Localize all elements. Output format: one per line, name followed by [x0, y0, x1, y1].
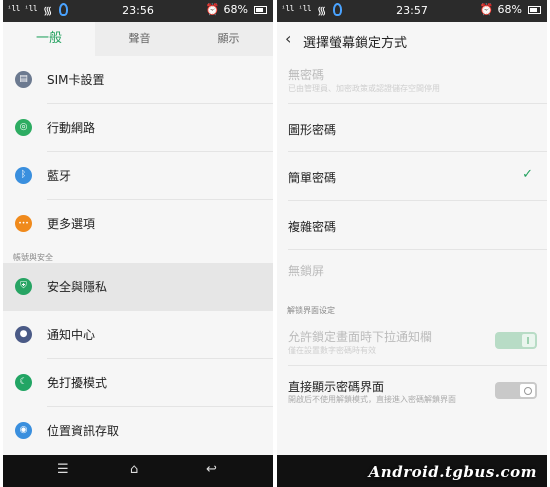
toggle-subtitle: 開啟后不使用解鎖模式，直接進入密碼解鎖界面	[288, 395, 456, 404]
tab-display[interactable]: 顯示	[184, 22, 273, 56]
home-icon[interactable]: ⌂	[130, 462, 138, 477]
battery-percent: 68%	[223, 3, 248, 16]
setting-label: 安全與隱私	[47, 280, 108, 294]
battery-icon	[254, 5, 267, 14]
option-subtitle: 已由管理員、加密政策或認證儲存空間停用	[288, 84, 440, 93]
setting-label: 行動網路	[47, 121, 96, 135]
switch-knob	[522, 334, 535, 347]
setting-more-options[interactable]: ••• 更多選項	[3, 200, 273, 248]
lock-option-none: 無密碼 已由管理員、加密政策或認證儲存空間停用	[277, 58, 547, 104]
battery-percent: 68%	[497, 3, 522, 16]
setting-bluetooth[interactable]: ᛒ 藍牙	[3, 152, 273, 200]
checkmark-icon: ✓	[522, 167, 533, 182]
option-title: 圖形密碼	[288, 123, 337, 137]
lock-option-simple-pin[interactable]: 簡單密碼 ✓	[277, 152, 547, 201]
navigation-bar: ☰ ⌂ ↩	[3, 455, 273, 487]
lock-option-pattern[interactable]: 圖形密碼	[277, 104, 547, 152]
toggle-row-pull-down-notifications: 允許鎖定畫面時下拉通知欄 僅在設置數字密碼時有效	[277, 318, 547, 366]
setting-label: 免打擾模式	[47, 376, 108, 390]
toggle-title: 直接顯示密碼界面	[288, 380, 385, 394]
option-title: 簡單密碼	[288, 171, 337, 185]
status-right: ⏰ 68%	[480, 3, 541, 16]
option-title: 無鎖屏	[288, 264, 325, 278]
setting-label: 位置資訊存取	[47, 424, 120, 438]
tab-general[interactable]: 一般	[3, 22, 95, 56]
section-header-account-security: 帳號與安全	[13, 253, 53, 262]
page-header: ‹ 選擇螢幕鎖定方式	[277, 22, 547, 58]
back-icon[interactable]: ↩	[206, 462, 217, 477]
notification-icon: ●	[15, 326, 32, 343]
left-phone-screen: ⁱll ⁱll ᯾ 23:56 ⏰ 68% 一般 聲音 顯示 ▤ SIM卡設置 …	[3, 0, 273, 487]
setting-do-not-disturb[interactable]: ☾ 免打擾模式	[3, 359, 273, 407]
setting-label: 藍牙	[47, 169, 72, 183]
option-title: 無密碼	[288, 68, 325, 82]
page-title: 選擇螢幕鎖定方式	[303, 36, 408, 51]
show-pin-directly-switch[interactable]	[495, 382, 537, 399]
option-title: 複雜密碼	[288, 220, 337, 234]
back-arrow-icon[interactable]: ‹	[285, 29, 291, 48]
lock-option-complex-password[interactable]: 複雜密碼	[277, 201, 547, 250]
moon-icon: ☾	[15, 374, 32, 391]
section-header-unlock-settings: 解锁界面设定	[287, 306, 335, 315]
watermark: Android.tgbus.com	[368, 463, 537, 481]
menu-icon[interactable]: ☰	[57, 462, 69, 477]
setting-location-access[interactable]: ◉ 位置資訊存取	[3, 407, 273, 455]
setting-security-privacy[interactable]: ⛨ 安全與隱私	[3, 263, 273, 311]
toggle-subtitle: 僅在設置數字密碼時有效	[288, 346, 376, 355]
bluetooth-icon: ᛒ	[15, 167, 32, 184]
status-bar: ⁱll ⁱll ᯾ 23:56 ⏰ 68%	[3, 0, 273, 22]
right-phone-screen: ⁱll ⁱll ᯾ 23:57 ⏰ 68% ‹ 選擇螢幕鎖定方式 無密碼 已由管…	[277, 0, 547, 487]
status-bar: ⁱll ⁱll ᯾ 23:57 ⏰ 68%	[277, 0, 547, 22]
setting-label: 通知中心	[47, 328, 96, 342]
settings-tabs: 一般 聲音 顯示	[3, 22, 273, 56]
setting-sim-card[interactable]: ▤ SIM卡設置	[3, 56, 273, 104]
pull-down-notifications-switch	[495, 332, 537, 349]
setting-notification-center[interactable]: ● 通知中心	[3, 311, 273, 359]
alarm-icon: ⏰	[205, 3, 220, 16]
switch-knob	[520, 384, 535, 397]
location-icon: ◉	[15, 422, 32, 439]
toggle-title: 允許鎖定畫面時下拉通知欄	[288, 330, 433, 344]
more-icon: •••	[15, 215, 32, 232]
tab-sound[interactable]: 聲音	[95, 22, 184, 56]
status-right: ⏰ 68%	[206, 3, 267, 16]
lock-option-no-lock: 無鎖屏	[277, 250, 547, 298]
battery-icon	[528, 5, 541, 14]
setting-label: SIM卡設置	[47, 73, 105, 87]
setting-label: 更多選項	[47, 217, 96, 231]
sim-card-icon: ▤	[15, 71, 32, 88]
setting-mobile-network[interactable]: ◎ 行動網路	[3, 104, 273, 152]
toggle-row-show-pin-directly[interactable]: 直接顯示密碼界面 開啟后不使用解鎖模式，直接進入密碼解鎖界面	[277, 366, 547, 414]
shield-icon: ⛨	[15, 278, 32, 295]
globe-icon: ◎	[15, 119, 32, 136]
alarm-icon: ⏰	[479, 3, 494, 16]
